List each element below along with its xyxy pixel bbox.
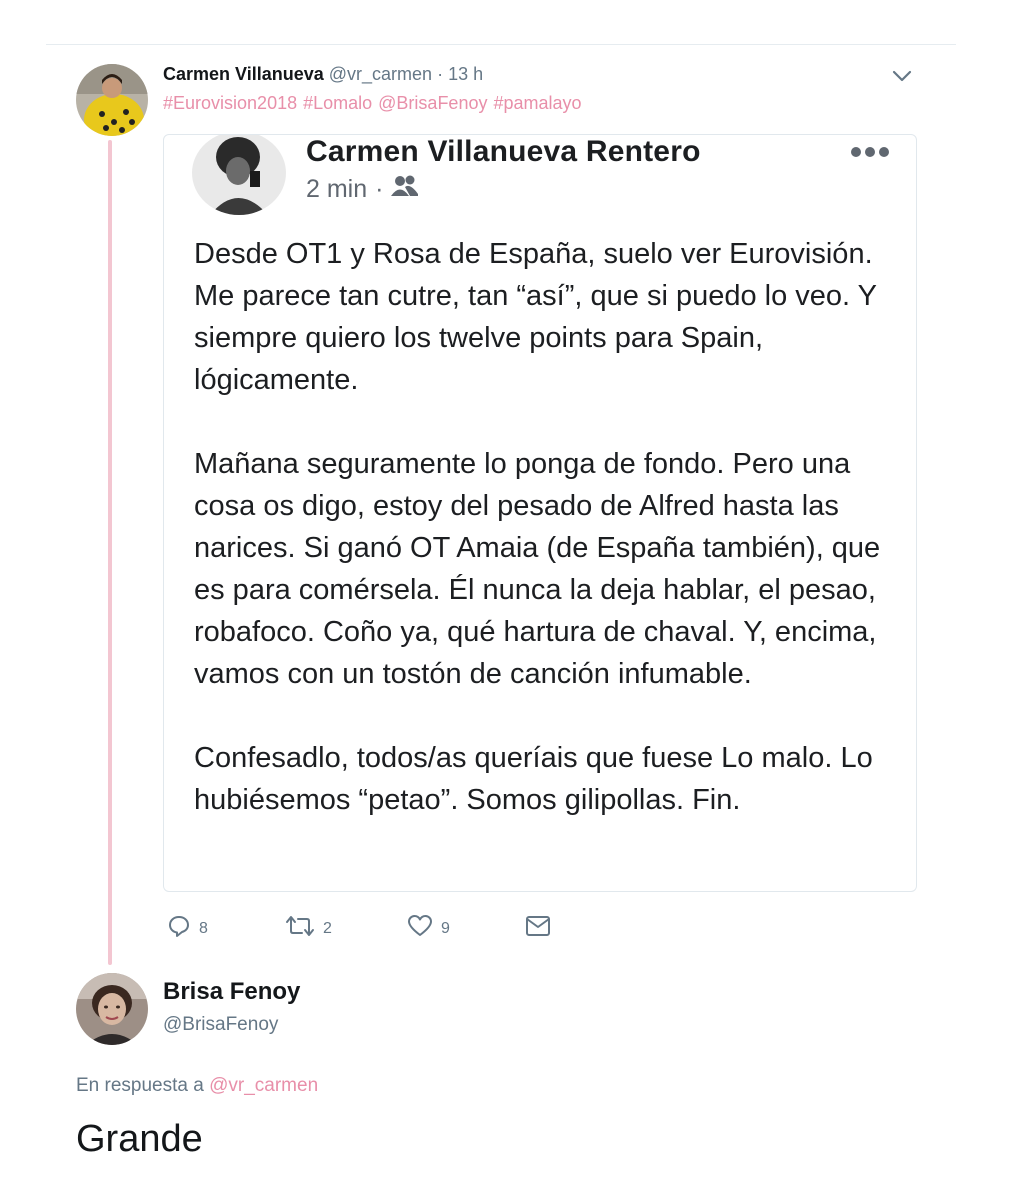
post-separator: ·: [375, 175, 384, 203]
reply-count: 8: [199, 919, 208, 937]
reply-author-handle[interactable]: @BrisaFenoy: [163, 1014, 278, 1036]
reply-icon: [167, 914, 191, 943]
post-paragraph: Mañana seguramente lo ponga de fondo. Pe…: [194, 448, 881, 690]
mention-link[interactable]: @BrisaFenoy: [378, 93, 487, 113]
post-paragraph: Desde OT1 y Rosa de España, suelo ver Eu…: [194, 238, 877, 396]
more-dots-icon: [850, 145, 890, 159]
post-time: 2 min: [306, 175, 368, 203]
envelope-icon: [525, 914, 551, 943]
like-count: 9: [441, 919, 450, 937]
hashtag-link[interactable]: #pamalayo: [493, 93, 581, 113]
hashtag-link[interactable]: #Lomalo: [303, 93, 372, 113]
post-avatar: [192, 135, 286, 215]
tweet-header: Carmen Villanueva @vr_carmen · 13 h: [163, 64, 483, 85]
reply-text: Grande: [76, 1118, 203, 1160]
retweet-count: 2: [323, 919, 332, 937]
in-reply-prefix: En respuesta a: [76, 1075, 204, 1096]
hashtag-link[interactable]: #Eurovision2018: [163, 93, 297, 113]
post-author-name: Carmen Villanueva Rentero: [306, 135, 701, 168]
tweet-hashtags: #Eurovision2018 #Lomalo @BrisaFenoy #pamala…: [163, 93, 588, 114]
tweet-time[interactable]: 13 h: [448, 64, 483, 84]
thread-line: [108, 140, 112, 965]
chevron-down-icon[interactable]: [890, 66, 914, 86]
post-meta: 2 min ·: [306, 175, 419, 204]
carmen-avatar[interactable]: [76, 64, 148, 136]
tweet-author-handle[interactable]: @vr_carmen: [329, 64, 432, 84]
direct-message-button[interactable]: [525, 914, 551, 943]
in-reply-handle-link[interactable]: @vr_carmen: [209, 1075, 318, 1096]
reply-author-name[interactable]: Brisa Fenoy: [163, 978, 300, 1006]
brisa-avatar[interactable]: [76, 973, 148, 1045]
retweet-button[interactable]: 2: [285, 914, 332, 943]
heart-icon: [407, 914, 433, 943]
top-divider: [46, 44, 956, 45]
retweet-icon: [285, 914, 315, 943]
post-body: Desde OT1 y Rosa de España, suelo ver Eu…: [194, 233, 894, 863]
in-reply-to: En respuesta a @vr_carmen: [76, 1075, 318, 1097]
like-button[interactable]: 9: [407, 914, 450, 943]
reply-button[interactable]: 8: [167, 914, 208, 943]
embedded-post-image[interactable]: Carmen Villanueva Rentero 2 min · Desde …: [163, 134, 917, 892]
friends-icon: [391, 175, 419, 204]
tweet-author-name[interactable]: Carmen Villanueva: [163, 64, 324, 84]
post-paragraph: Confesadlo, todos/as queríais que fuese …: [194, 742, 873, 816]
tweet-separator: ·: [437, 64, 444, 84]
